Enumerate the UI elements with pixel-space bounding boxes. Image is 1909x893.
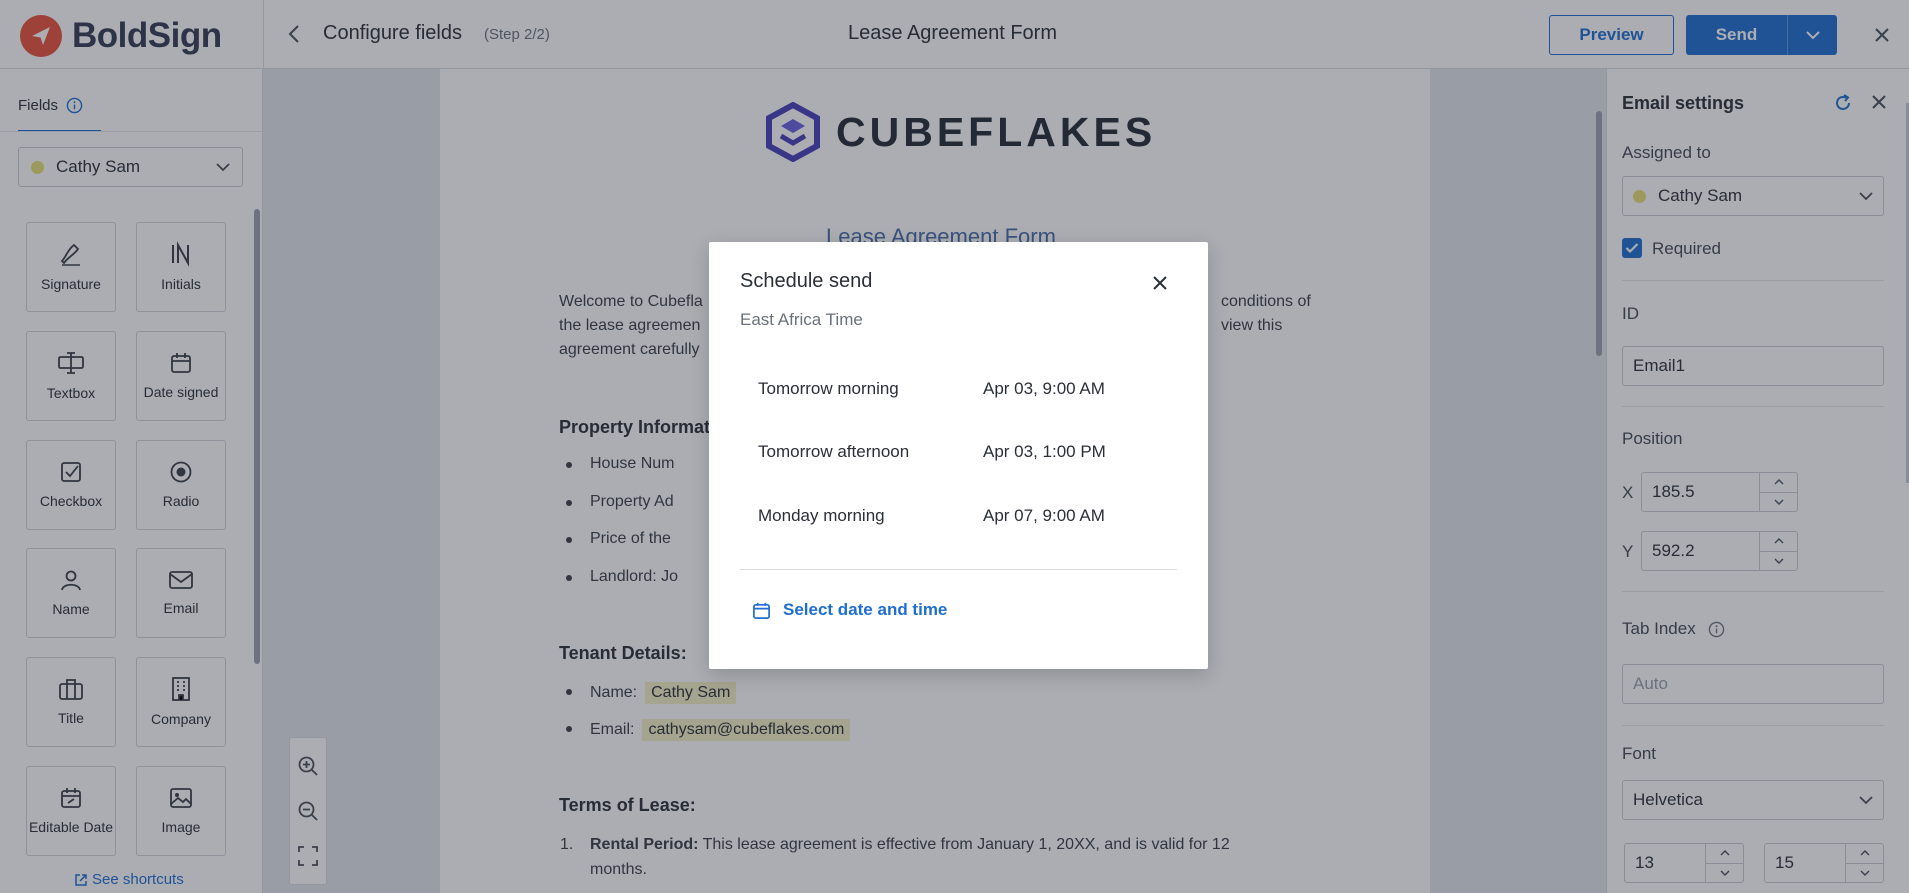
schedule-option-tomorrow-morning[interactable]: Tomorrow morning Apr 03, 9:00 AM [740,363,1177,415]
divider [740,569,1177,570]
timezone-label: East Africa Time [740,310,863,329]
dialog-close-button[interactable] [1147,270,1173,296]
select-date-time-button[interactable]: Select date and time [752,600,947,620]
dialog-title: Schedule send [740,270,873,292]
calendar-icon [753,602,770,619]
close-icon [1153,276,1167,290]
schedule-option-tomorrow-afternoon[interactable]: Tomorrow afternoon Apr 03, 1:00 PM [740,426,1177,478]
schedule-option-monday-morning[interactable]: Monday morning Apr 07, 9:00 AM [740,490,1177,542]
schedule-send-dialog: Schedule send East Africa Time Tomorrow … [709,242,1208,669]
